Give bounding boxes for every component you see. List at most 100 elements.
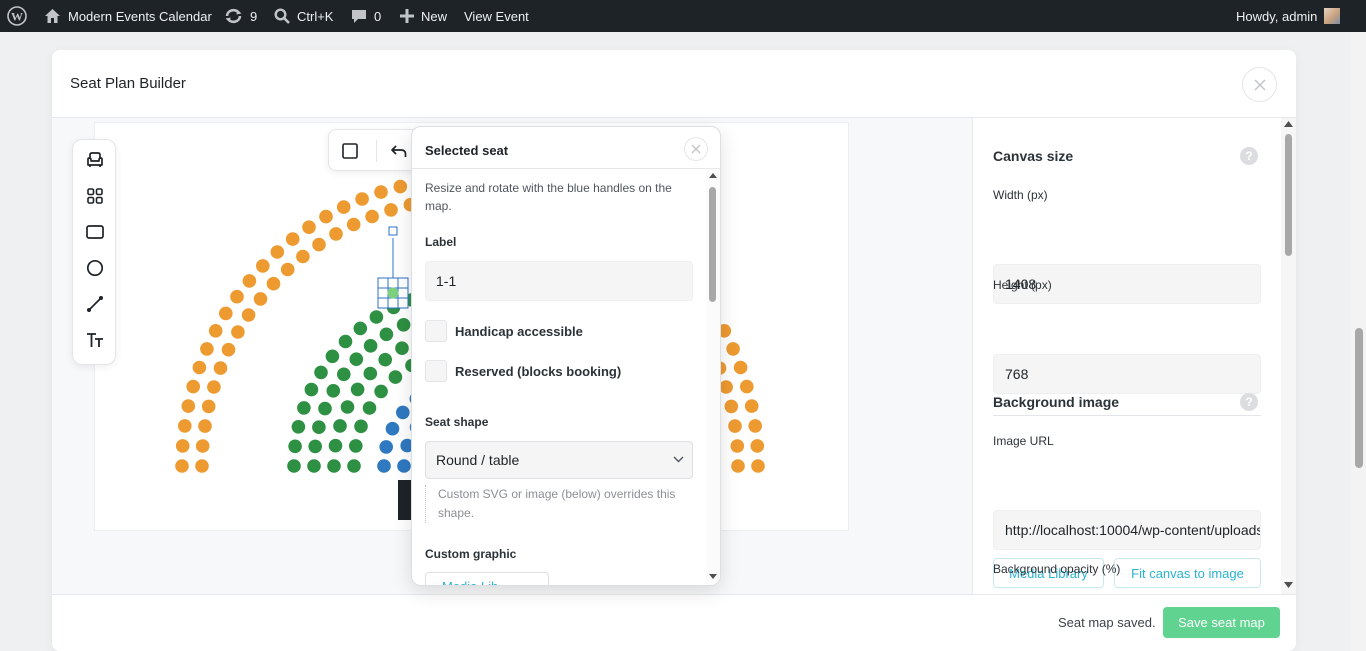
seat-label-input[interactable]: 1-1 [425, 261, 693, 301]
seat-outer-section[interactable] [241, 308, 256, 322]
seat-outer-section[interactable] [393, 179, 408, 194]
rectangle-tool-button[interactable] [82, 219, 108, 245]
handicap-option[interactable]: Handicap accessible [425, 320, 583, 342]
seat-middle-section[interactable] [287, 459, 301, 473]
seat-inner-section[interactable] [397, 459, 411, 473]
updates-link[interactable]: 9 [224, 0, 257, 32]
site-name-link[interactable]: Modern Events Calendar [44, 0, 212, 32]
seat-outer-section[interactable] [296, 249, 310, 264]
seat-middle-section[interactable] [326, 384, 341, 398]
popover-scrollbar-thumb[interactable] [709, 187, 716, 302]
seat-outer-section[interactable] [219, 306, 233, 321]
seat-outer-section[interactable] [744, 399, 759, 413]
seat-inner-section[interactable] [396, 405, 410, 420]
seat-outer-section[interactable] [319, 209, 333, 224]
seat-middle-section[interactable] [291, 420, 306, 434]
seat-outer-section[interactable] [175, 439, 190, 453]
seat-middle-section[interactable] [328, 438, 343, 453]
grid-tool-button[interactable] [82, 183, 108, 209]
seat-outer-section[interactable] [208, 324, 223, 338]
seat-outer-section[interactable] [302, 220, 316, 234]
seat-outer-section[interactable] [719, 380, 733, 394]
seat-middle-section[interactable] [288, 439, 302, 454]
seat-middle-section[interactable] [362, 401, 377, 415]
handicap-checkbox[interactable] [425, 320, 447, 342]
seat-outer-section[interactable] [200, 342, 214, 356]
seat-middle-section[interactable] [353, 321, 368, 336]
seat-middle-section[interactable] [388, 370, 403, 384]
seat-outer-section[interactable] [181, 399, 196, 413]
text-tool-button[interactable] [82, 327, 108, 353]
seat-outer-section[interactable] [724, 399, 739, 414]
seat-middle-section[interactable] [314, 365, 328, 380]
seat-outer-section[interactable] [230, 289, 244, 304]
wordpress-logo-icon[interactable]: W [7, 0, 27, 32]
seat-outer-section[interactable] [365, 209, 379, 224]
seat-outer-section[interactable] [242, 274, 257, 288]
seat-outer-section[interactable] [198, 419, 212, 433]
seat-outer-section[interactable] [355, 192, 369, 206]
seat-inner-section[interactable] [379, 440, 394, 454]
seat-middle-section[interactable] [327, 459, 341, 473]
seat-outer-section[interactable] [253, 292, 268, 306]
seat-middle-section[interactable] [307, 459, 321, 473]
seat-outer-section[interactable] [384, 203, 398, 217]
seat-middle-section[interactable] [396, 318, 411, 332]
seat-middle-section[interactable] [304, 382, 319, 397]
seat-middle-section[interactable] [312, 420, 326, 435]
seat-middle-section[interactable] [325, 349, 340, 364]
seat-outer-section[interactable] [178, 419, 192, 433]
seat-inner-section[interactable] [385, 421, 400, 436]
undo-button[interactable] [390, 143, 408, 164]
seat-middle-section[interactable] [333, 419, 347, 433]
seat-outer-section[interactable] [329, 227, 343, 241]
page-scrollbar-thumb[interactable] [1355, 328, 1363, 468]
save-seat-map-button[interactable]: Save seat map [1163, 607, 1280, 638]
height-input[interactable]: 768 [993, 354, 1261, 394]
seat-outer-section[interactable] [175, 459, 189, 473]
seat-middle-section[interactable] [350, 382, 365, 397]
seat-outer-section[interactable] [728, 419, 742, 433]
circle-tool-button[interactable] [82, 255, 108, 281]
background-image-help-icon[interactable]: ? [1240, 393, 1258, 411]
seat-outer-section[interactable] [730, 439, 745, 453]
seat-middle-section[interactable] [349, 352, 364, 366]
page-scrollbar[interactable] [1351, 32, 1366, 651]
reserved-checkbox[interactable] [425, 360, 447, 382]
seat-outer-section[interactable] [195, 459, 209, 473]
seat-outer-section[interactable] [280, 262, 295, 277]
seat-outer-section[interactable] [733, 360, 748, 375]
new-content-link[interactable]: New [400, 0, 447, 32]
stage-block[interactable] [398, 480, 412, 520]
seat-outer-section[interactable] [726, 342, 740, 356]
seat-outer-section[interactable] [374, 185, 388, 199]
seat-tool-button[interactable] [82, 147, 108, 173]
seat-outer-section[interactable] [270, 245, 285, 259]
seat-outer-section[interactable] [312, 237, 326, 252]
seat-outer-section[interactable] [213, 361, 228, 375]
seat-middle-section[interactable] [347, 459, 361, 473]
seat-outer-section[interactable] [751, 459, 765, 473]
seat-middle-section[interactable] [363, 366, 378, 381]
seat-outer-section[interactable] [731, 459, 745, 473]
seat-middle-section[interactable] [340, 400, 355, 414]
account-menu[interactable]: Howdy, admin [1236, 0, 1341, 32]
modal-close-button[interactable] [1242, 67, 1277, 102]
select-mode-button[interactable] [342, 143, 358, 164]
seat-middle-section[interactable] [363, 339, 378, 353]
seat-middle-section[interactable] [395, 341, 409, 355]
search-link[interactable]: Ctrl+K [274, 0, 333, 32]
seat-outer-section[interactable] [207, 380, 221, 394]
seat-middle-section[interactable] [374, 384, 388, 399]
seat-middle-section[interactable] [338, 334, 353, 349]
reserved-option[interactable]: Reserved (blocks booking) [425, 360, 621, 382]
seat-outer-section[interactable] [740, 379, 754, 394]
seat-inner-section[interactable] [377, 459, 391, 473]
seat-outer-section[interactable] [336, 200, 351, 214]
seat-outer-section[interactable] [201, 399, 216, 414]
seat-middle-section[interactable] [337, 367, 351, 382]
seat-outer-section[interactable] [192, 360, 207, 375]
view-event-link[interactable]: View Event [464, 0, 529, 32]
seat-middle-section[interactable] [297, 401, 311, 415]
seat-outer-section[interactable] [186, 379, 200, 394]
